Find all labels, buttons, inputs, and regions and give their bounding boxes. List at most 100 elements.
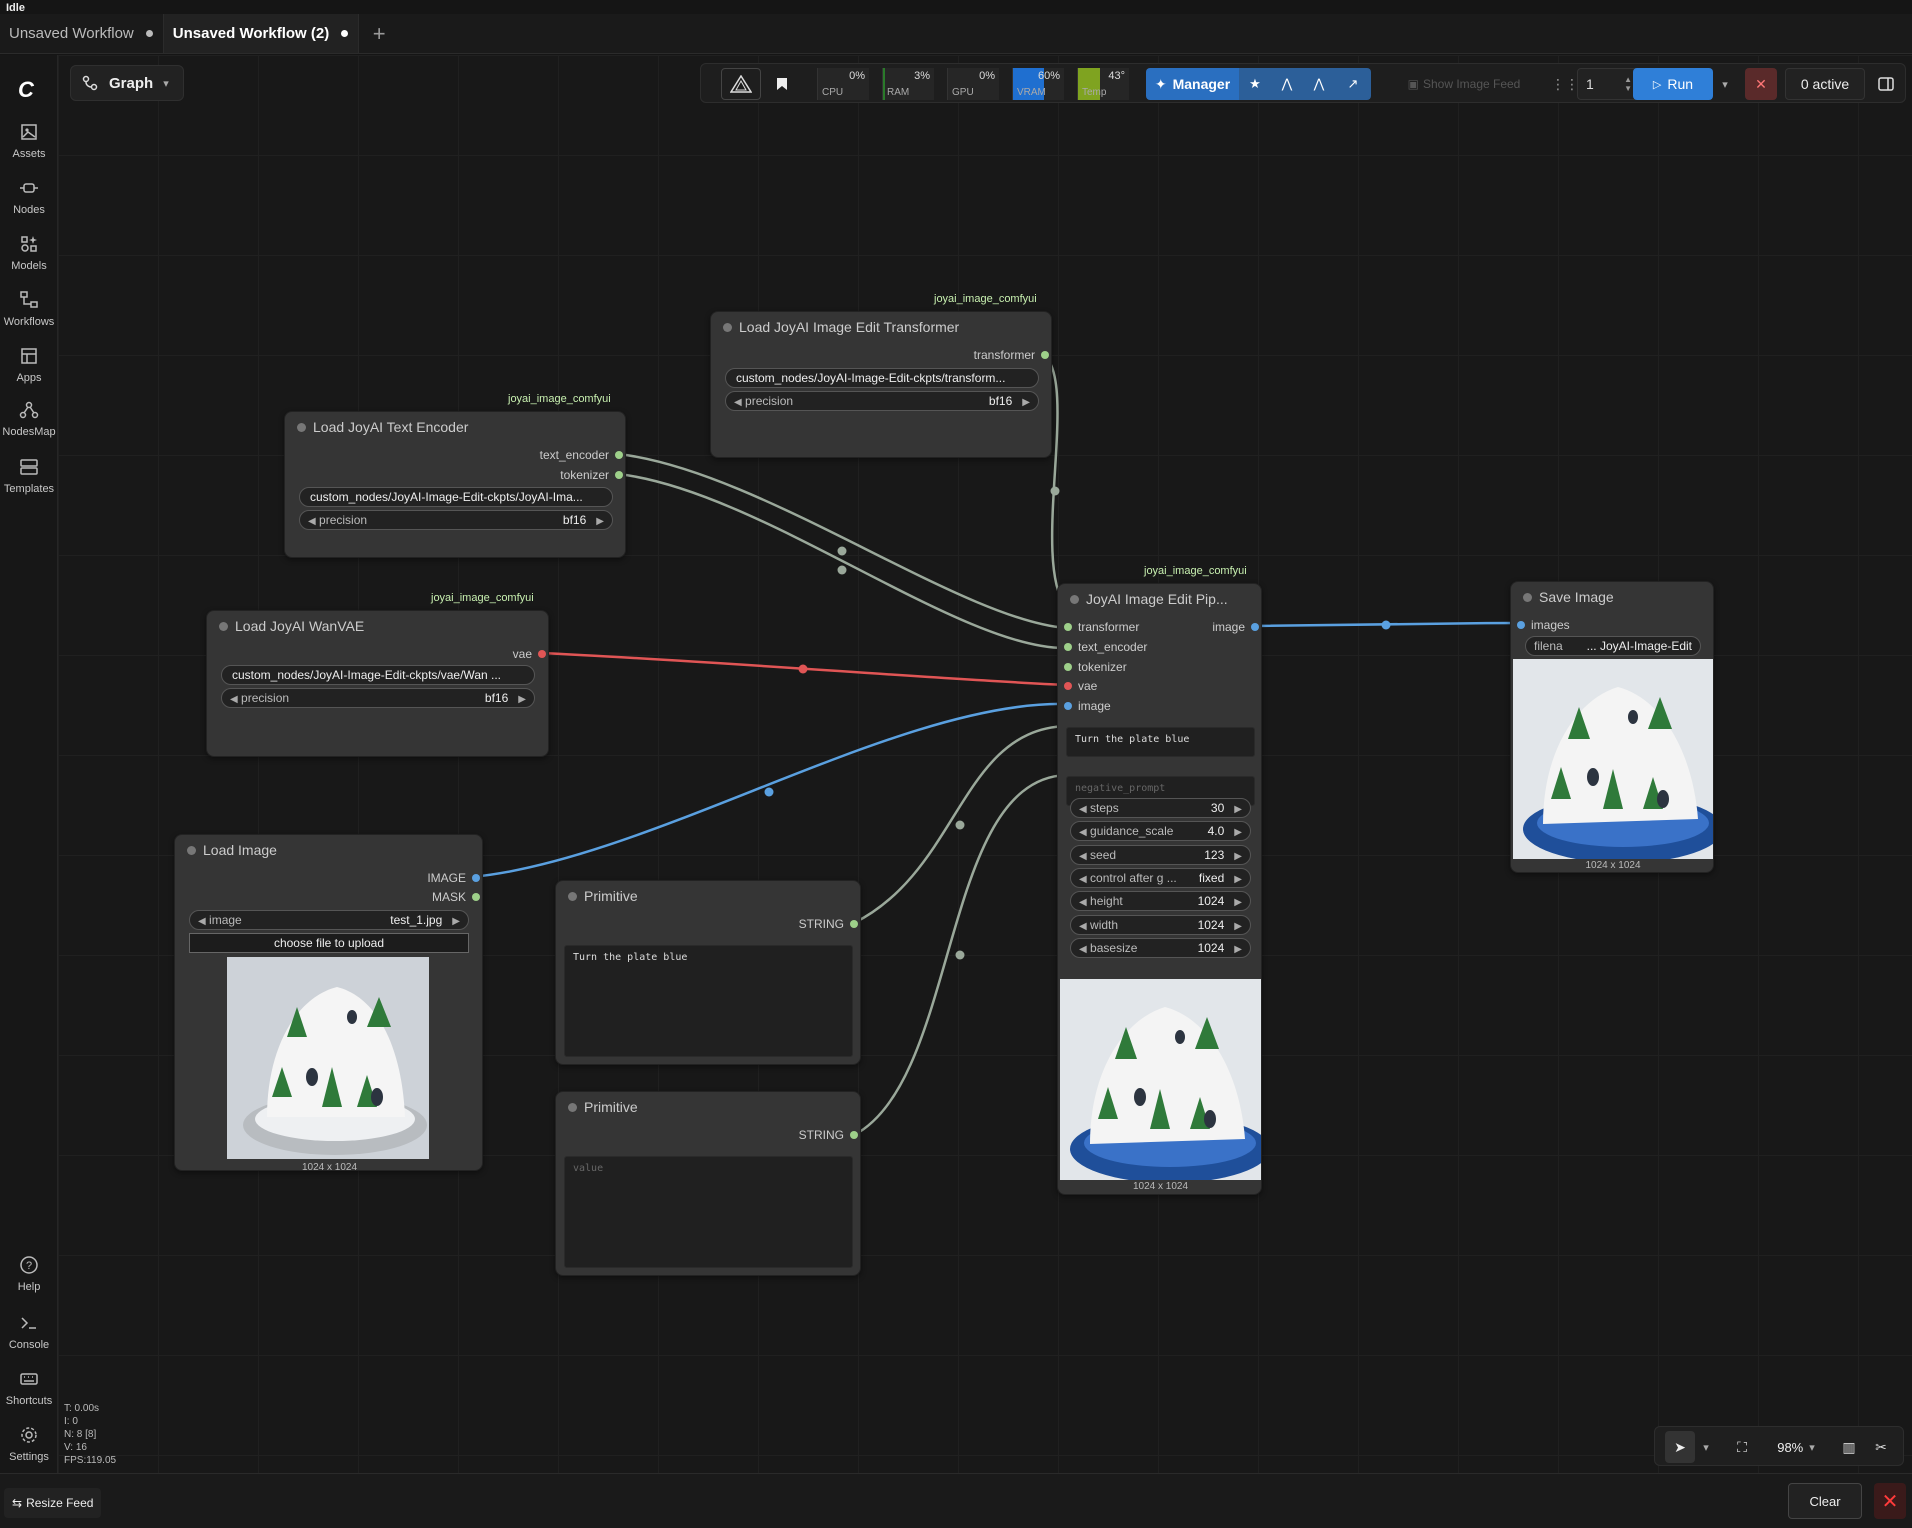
node-title[interactable]: Save Image [1511,582,1713,612]
node-title[interactable]: Load JoyAI Image Edit Transformer [711,312,1051,342]
input-images[interactable]: images [1517,618,1570,632]
port-dot[interactable] [615,471,623,479]
crystools-icon[interactable] [721,68,761,100]
output-mask[interactable]: MASK [432,890,480,904]
port-dot[interactable] [1251,623,1259,631]
input-tokenizer[interactable]: tokenizer [1064,660,1127,674]
run-options-chevron-icon[interactable]: ▾ [1715,68,1735,100]
widget-steps[interactable]: ◀ steps 30 ▶ [1070,798,1251,818]
node-primitive-prompt[interactable]: Primitive STRING Turn the plate blue [555,880,861,1065]
node-title[interactable]: Load Image [175,835,482,865]
sidebar-item-shortcuts[interactable]: Shortcuts [0,1369,58,1407]
prompt-input[interactable]: Turn the plate blue [1066,727,1255,757]
sidebar-item-workflows[interactable]: Workflows [0,290,58,328]
node-primitive-negative[interactable]: Primitive STRING value [555,1091,861,1276]
output-transformer[interactable]: transformer [974,348,1049,362]
node-save-image[interactable]: Save Image images filena ... JoyAI-Image-… [1510,581,1723,873]
port-dot[interactable] [1064,682,1072,690]
queue-count-stepper[interactable]: 1 ▲ ▼ [1577,68,1641,100]
star-icon[interactable]: ★ [1239,68,1271,100]
manager-button[interactable]: ✦ Manager [1146,68,1239,100]
node-joyai-pipeline[interactable]: JoyAI Image Edit Pip... transformer text… [1057,583,1270,1195]
clear-button[interactable]: Clear [1788,1483,1862,1519]
output-vae[interactable]: vae [513,647,546,661]
primitive-text-input[interactable]: Turn the plate blue [564,945,853,1057]
transformer-path-combo[interactable]: custom_nodes/JoyAI-Image-Edit-ckpts/tran… [725,368,1039,388]
bookmark-icon[interactable] [767,68,797,100]
node-title[interactable]: Load JoyAI Text Encoder [285,412,625,442]
fit-view-icon[interactable]: ⛶ [1729,1431,1755,1463]
node-title[interactable]: JoyAI Image Edit Pip... [1058,584,1261,614]
sidebar-item-templates[interactable]: Templates [0,457,58,495]
input-transformer[interactable]: transformer [1064,620,1139,634]
precision-combo[interactable]: ◀ precision bf16 ▶ [299,510,613,530]
node-load-transformer[interactable]: Load JoyAI Image Edit Transformer transf… [710,311,1052,458]
sidebar-item-apps[interactable]: Apps [0,346,58,384]
port-dot[interactable] [615,451,623,459]
widget-seed[interactable]: ◀ seed 123 ▶ [1070,844,1251,865]
sidebar-item-help[interactable]: ? Help [0,1255,58,1293]
port-dot[interactable] [1064,643,1072,651]
output-image[interactable]: IMAGE [427,871,480,885]
cancel-run-icon[interactable]: ✕ [1745,68,1777,100]
output-image[interactable]: image [1212,620,1259,634]
output-string[interactable]: STRING [799,917,858,931]
filename-prefix-input[interactable]: filena ... JoyAI-Image-Edit [1525,636,1701,656]
output-tokenizer[interactable]: tokenizer [560,468,623,482]
node-load-text-encoder[interactable]: Load JoyAI Text Encoder text_encoder tok… [284,411,626,558]
sidebar-item-assets[interactable]: Assets [0,122,58,160]
widget-basesize[interactable]: ◀ basesize 1024 ▶ [1070,937,1251,958]
choose-file-button[interactable]: choose file to upload [189,933,469,953]
port-dot[interactable] [1041,351,1049,359]
node-title[interactable]: Primitive [556,1092,860,1122]
model-b-icon[interactable]: ⋀ [1303,68,1335,100]
primitive-value-input[interactable]: value [564,1156,853,1268]
node-load-wanvae[interactable]: Load JoyAI WanVAE vae custom_nodes/JoyAI… [206,610,549,757]
widget-height[interactable]: ◀ height 1024 ▶ [1070,891,1251,912]
comfy-logo-icon[interactable]: C [18,77,34,103]
sidebar-item-nodes[interactable]: Nodes [0,178,58,216]
run-button[interactable]: ▷ Run [1633,68,1713,100]
widget-control-after-g[interactable]: ◀ control after g ... fixed ▶ [1070,867,1251,888]
vae-path-combo[interactable]: custom_nodes/JoyAI-Image-Edit-ckpts/vae/… [221,665,535,685]
precision-combo[interactable]: ◀ precision bf16 ▶ [725,391,1039,411]
port-dot[interactable] [472,893,480,901]
drag-handle-icon[interactable]: ⋮⋮ [1551,68,1579,100]
port-dot[interactable] [538,650,546,658]
close-feed-icon[interactable]: ✕ [1874,1483,1906,1519]
widget-width[interactable]: ◀ width 1024 ▶ [1070,914,1251,935]
sidebar-item-models[interactable]: Models [0,234,58,272]
resize-feed-button[interactable]: ⇆ Resize Feed [4,1488,102,1518]
input-vae[interactable]: vae [1064,679,1097,693]
show-image-feed-button[interactable]: ▣ Show Image Feed [1389,68,1539,100]
model-a-icon[interactable]: ⋀ [1271,68,1303,100]
port-dot[interactable] [1064,702,1072,710]
output-string[interactable]: STRING [799,1128,858,1142]
node-title[interactable]: Primitive [556,881,860,911]
panel-toggle-icon[interactable] [1871,68,1901,100]
image-combo[interactable]: ◀ image test_1.jpg ▶ [189,910,469,930]
port-dot[interactable] [850,1131,858,1139]
zoom-level-button[interactable]: 98% ▾ [1763,1431,1829,1463]
port-dot[interactable] [1517,621,1525,629]
sidebar-item-settings[interactable]: Settings [0,1425,58,1463]
node-load-image[interactable]: Load Image IMAGE MASK ◀ image test_1.jpg … [174,834,483,1173]
active-queue-button[interactable]: 0 active [1785,68,1865,100]
sidebar-item-nodesmap[interactable]: NodesMap [0,400,58,438]
port-dot[interactable] [850,920,858,928]
widget-guidance-scale[interactable]: ◀ guidance_scale 4.0 ▶ [1070,821,1251,842]
port-dot[interactable] [472,874,480,882]
minimap-icon[interactable]: ▥ [1835,1431,1863,1463]
chevron-down-icon[interactable]: ▾ [1697,1431,1715,1463]
sidebar-item-console[interactable]: Console [0,1313,58,1351]
text-encoder-path-combo[interactable]: custom_nodes/JoyAI-Image-Edit-ckpts/JoyA… [299,487,613,507]
input-text-encoder[interactable]: text_encoder [1064,640,1147,654]
select-tool-icon[interactable]: ➤ [1665,1431,1695,1463]
graph-mode-button[interactable]: Graph ▾ [70,65,184,101]
port-dot[interactable] [1064,623,1072,631]
port-dot[interactable] [1064,663,1072,671]
output-text-encoder[interactable]: text_encoder [540,448,623,462]
precision-combo[interactable]: ◀ precision bf16 ▶ [221,688,535,708]
input-image[interactable]: image [1064,699,1111,713]
share-icon[interactable]: ↗ [1335,68,1371,100]
